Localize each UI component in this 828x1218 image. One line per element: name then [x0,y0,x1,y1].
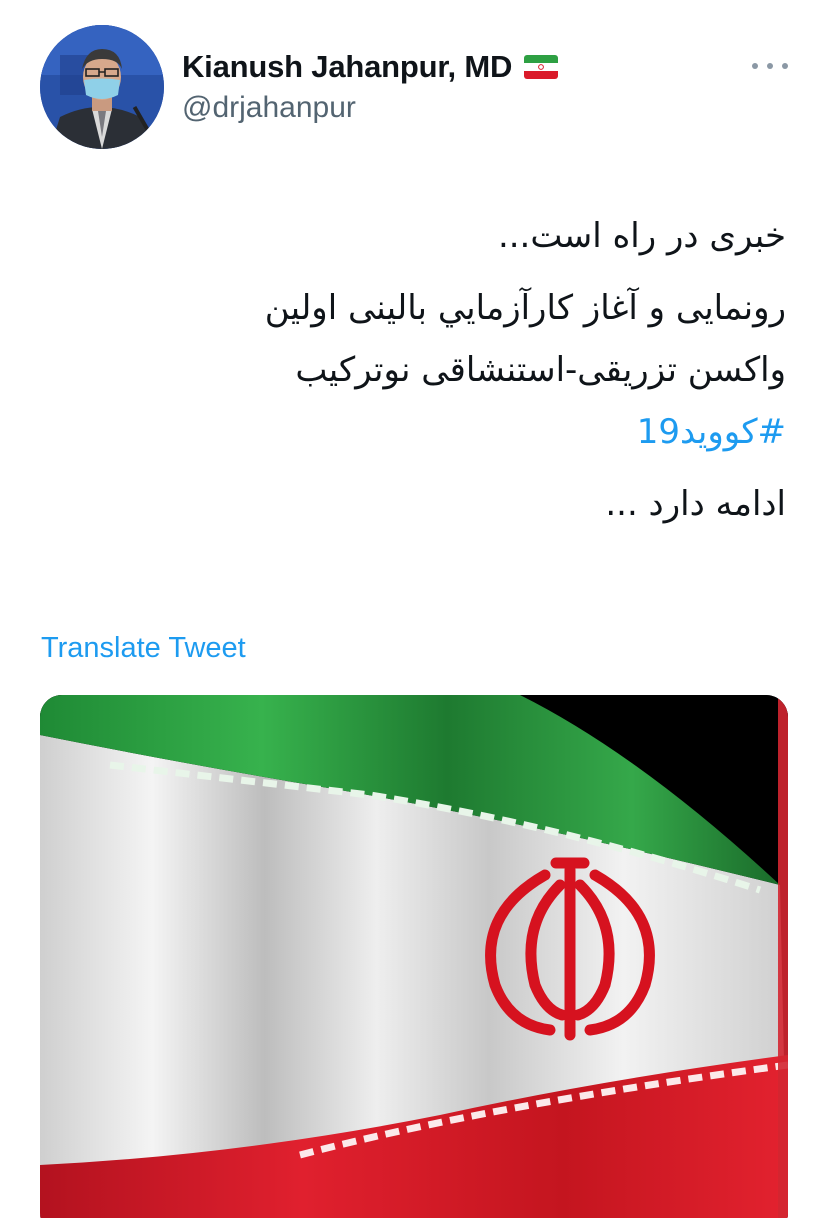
more-horizontal-icon[interactable] [752,56,788,76]
iran-flag-image-icon [40,695,788,1218]
tweet-text: خبری در راه است... رونمایی و آغاز کارآزم… [86,205,786,535]
iran-flag-icon [524,55,559,79]
translate-tweet-link[interactable]: Translate Tweet [41,632,246,665]
more-dot [767,63,773,69]
tweet: Kianush Jahanpur, MD @drjahanpur خبری در… [0,0,828,1218]
tweet-text-line: خبری در راه است... [497,216,786,256]
hashtag-link[interactable]: #کووید19 [637,412,786,452]
profile-photo-icon [40,25,164,149]
avatar[interactable] [40,25,164,149]
tweet-media-image[interactable] [40,695,788,1218]
tweet-text-line: ادامه دارد ... [605,484,786,524]
author-name-row: Kianush Jahanpur, MD [182,45,559,89]
author-display-name[interactable]: Kianush Jahanpur, MD [182,49,512,85]
tweet-text-line: واکسن تزریقی-استنشاقی نوترکیب [295,350,786,390]
author-handle[interactable]: @drjahanpur [182,91,356,125]
tweet-text-line: رونمایی و آغاز کارآزمایي بالینی اولین [264,288,786,328]
more-dot [752,63,758,69]
more-dot [782,63,788,69]
